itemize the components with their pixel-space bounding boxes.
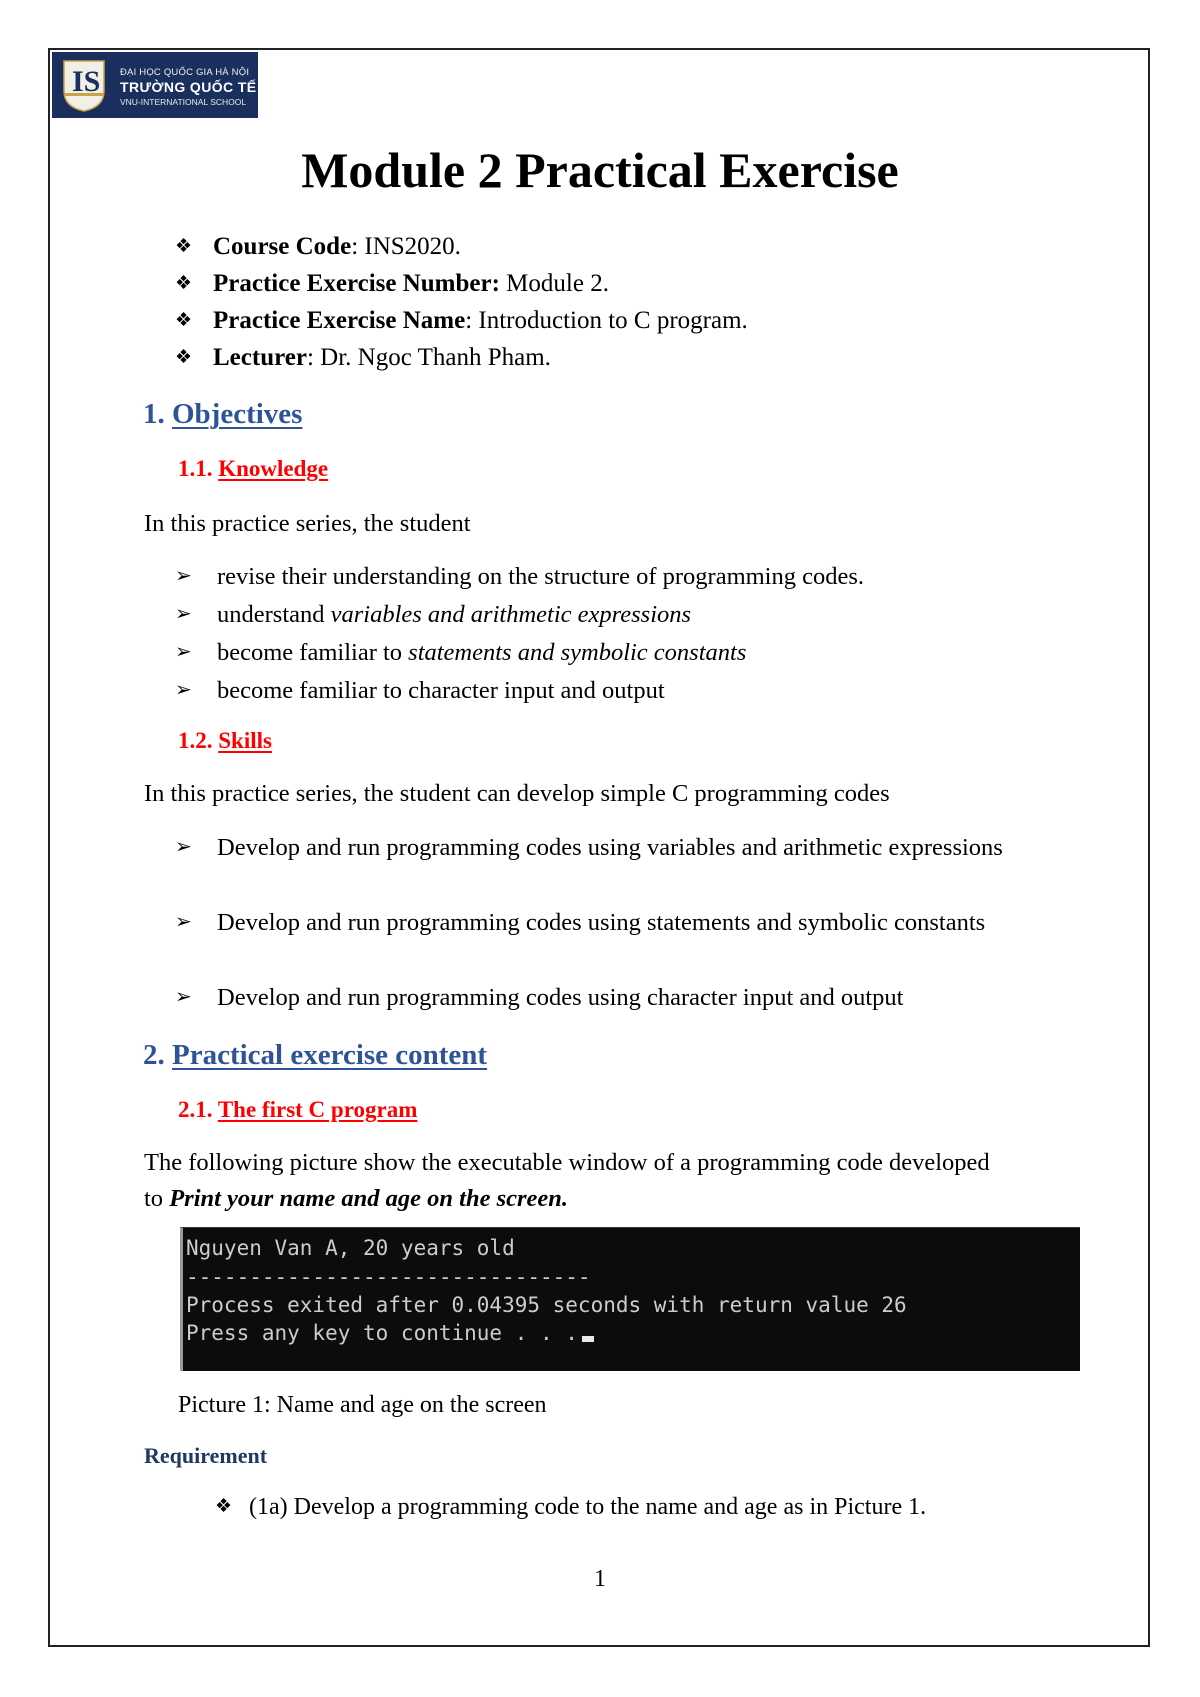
knowledge-item: ➢ revise their understanding on the stru… xyxy=(175,558,1065,595)
arrow-bullet-icon: ➢ xyxy=(175,836,192,858)
skills-item: ➢ Develop and run programming codes usin… xyxy=(175,829,1065,866)
school-logo: IS ĐẠI HỌC QUỐC GIA HÀ NỘI TRƯỜNG QUỐC T… xyxy=(52,52,258,118)
logo-school-name: TRƯỜNG QUỐC TẾ xyxy=(120,79,257,95)
meta-lecturer: ❖ Lecturer: Dr. Ngoc Thanh Pham. xyxy=(175,342,551,374)
svg-text:IS: IS xyxy=(72,65,100,98)
knowledge-intro: In this practice series, the student xyxy=(144,510,471,537)
arrow-bullet-icon: ➢ xyxy=(175,986,192,1008)
heading-knowledge: 1.1. Knowledge xyxy=(178,456,329,481)
diamond-bullet-icon: ❖ xyxy=(175,273,193,294)
meta-exercise-name: ❖ Practice Exercise Name: Introduction to… xyxy=(175,305,748,337)
document-title: Module 2 Practical Exercise xyxy=(301,142,899,198)
meta-value: INS2020. xyxy=(364,233,461,260)
heading-first-c-program: 2.1. The first C program xyxy=(178,1097,418,1122)
arrow-bullet-icon: ➢ xyxy=(175,911,192,933)
diamond-bullet-icon: ❖ xyxy=(175,236,193,257)
skills-intro: In this practice series, the student can… xyxy=(144,780,890,807)
console-cursor-icon xyxy=(581,1336,594,1342)
logo-school-english-name: VNU-INTERNATIONAL SCHOOL xyxy=(120,97,247,107)
meta-course-code: ❖ Course Code: INS2020. xyxy=(175,231,461,263)
diamond-bullet-icon: ❖ xyxy=(215,1496,233,1517)
meta-label: Lecturer xyxy=(213,344,307,371)
meta-label: Course Code xyxy=(213,233,352,260)
requirement-heading: Requirement xyxy=(144,1443,268,1468)
meta-value: Dr. Ngoc Thanh Pham. xyxy=(320,344,551,371)
first-program-intro-line1: The following picture show the executabl… xyxy=(144,1149,990,1176)
arrow-bullet-icon: ➢ xyxy=(175,641,192,663)
logo-university-name: ĐẠI HỌC QUỐC GIA HÀ NỘI xyxy=(120,67,250,78)
shield-monogram-icon: IS xyxy=(63,60,105,112)
diamond-bullet-icon: ❖ xyxy=(175,310,193,331)
skills-item: ➢ Develop and run programming codes usin… xyxy=(175,979,1065,1016)
console-line-prompt: Press any key to continue . . . xyxy=(186,1319,594,1347)
knowledge-item: ➢ become familiar to statements and symb… xyxy=(175,634,1065,671)
first-program-intro-line2: to Print your name and age on the screen… xyxy=(144,1185,569,1212)
console-line: Nguyen Van A, 20 years old xyxy=(186,1236,515,1260)
knowledge-item: ➢ become familiar to character input and… xyxy=(175,672,1065,709)
arrow-bullet-icon: ➢ xyxy=(175,603,192,625)
console-line: -------------------------------- xyxy=(186,1265,591,1289)
knowledge-item: ➢ understand variables and arithmetic ex… xyxy=(175,596,1065,633)
heading-practical-content: 2. Practical exercise content xyxy=(143,1039,488,1071)
meta-label: Practice Exercise Name xyxy=(213,307,466,334)
requirement-item: ❖ (1a) Develop a programming code to the … xyxy=(215,1491,926,1523)
heading-objectives: 1. Objectives xyxy=(143,398,303,430)
page-number: 1 xyxy=(594,1566,606,1592)
meta-value: Module 2. xyxy=(506,270,609,297)
skills-item: ➢ Develop and run programming codes usin… xyxy=(175,904,1065,941)
picture-caption: Picture 1: Name and age on the screen xyxy=(178,1392,547,1418)
heading-skills: 1.2. Skills xyxy=(178,728,272,753)
console-line: Process exited after 0.04395 seconds wit… xyxy=(186,1293,907,1317)
diamond-bullet-icon: ❖ xyxy=(175,347,193,368)
meta-value: Introduction to C program. xyxy=(478,307,748,334)
meta-exercise-number: ❖ Practice Exercise Number: Module 2. xyxy=(175,268,609,300)
meta-label: Practice Exercise Number: xyxy=(213,270,500,297)
arrow-bullet-icon: ➢ xyxy=(175,679,192,701)
console-output-window: Nguyen Van A, 20 years old -------------… xyxy=(180,1227,1080,1371)
arrow-bullet-icon: ➢ xyxy=(175,565,192,587)
